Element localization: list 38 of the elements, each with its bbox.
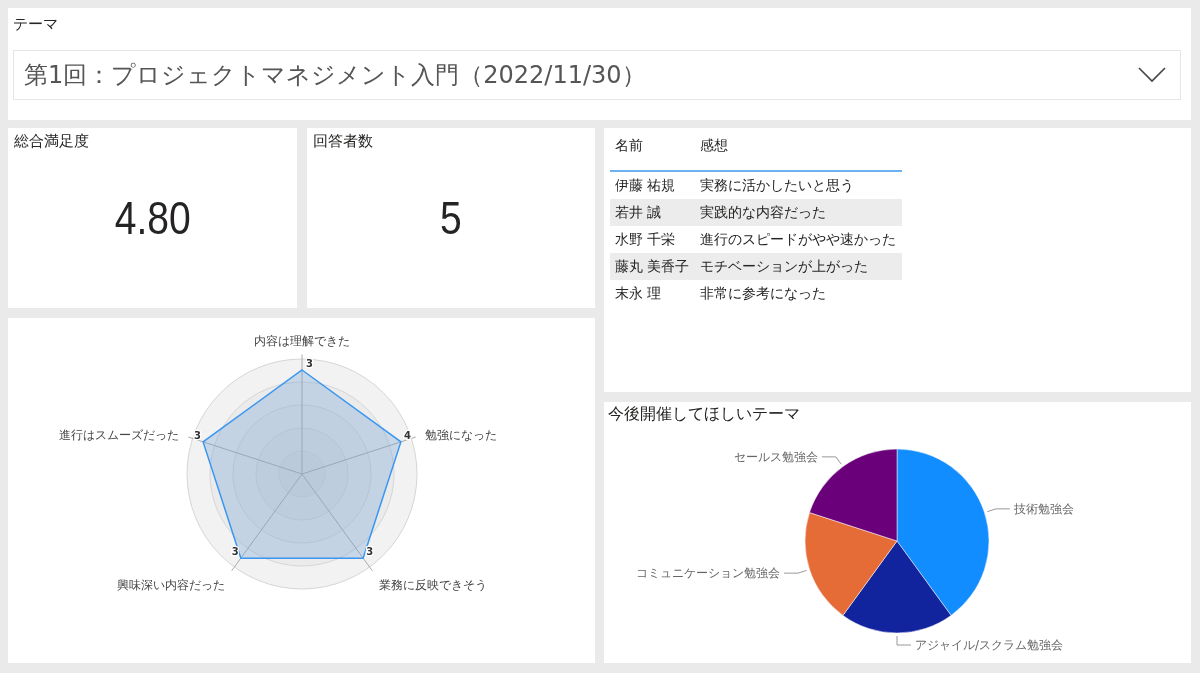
slice-label: セールス勉強会 [733,449,818,464]
slice-label: アジャイル/スクラム勉強会 [915,638,1064,652]
table-cell: 実務に活かしたいと思う [695,171,903,199]
column-header: 名前 [610,136,696,171]
slice-label: 技術勉強会 [1013,501,1074,516]
leader-line [821,456,842,465]
axis-label: 内容は理解できた [254,334,350,348]
table-cell: 非常に参考になった [695,280,903,307]
value-label: 3 [306,358,313,369]
chevron-down-icon [1138,67,1166,83]
card-title: 今後開催してほしいテーマ [608,404,800,425]
theme-dropdown[interactable]: 第1回：プロジェクトマネジメント入門（2022/11/30） [13,50,1181,100]
card-title: 回答者数 [313,132,373,151]
value-label: 3 [366,546,374,558]
table-cell: 若井 誠 [610,199,696,226]
table-cell: 藤丸 美香子 [610,253,696,280]
axis-label: 業務に反映できそう [379,578,488,593]
table-cell: 末永 理 [610,280,696,307]
value-label: 4 [403,429,411,441]
table-cell: 進行のスピードがやや速かった [695,226,903,253]
table-cell: モチベーションが上がった [695,253,903,280]
card-title: 総合満足度 [14,132,89,151]
table-cell: 水野 千栄 [610,226,696,253]
value-label: 3 [231,546,239,558]
filter-label: テーマ [13,15,58,34]
slice-label: コミュニケーション勉強会 [636,566,781,581]
table-cell: 実践的な内容だった [695,199,903,226]
table-cell: 伊藤 祐規 [610,171,696,199]
kpi-value: 5 [440,191,462,245]
axis-label: 興味深い内容だった [116,578,225,593]
leader-line [783,569,808,574]
column-header: 感想 [695,136,903,171]
kpi-value: 4.80 [114,191,191,245]
axis-label: 進行はスムーズだった [59,428,180,443]
value-label: 3 [194,429,202,441]
leader-line [986,508,1011,513]
leader-line [896,635,912,646]
axis-label: 勉強になった [424,428,497,443]
